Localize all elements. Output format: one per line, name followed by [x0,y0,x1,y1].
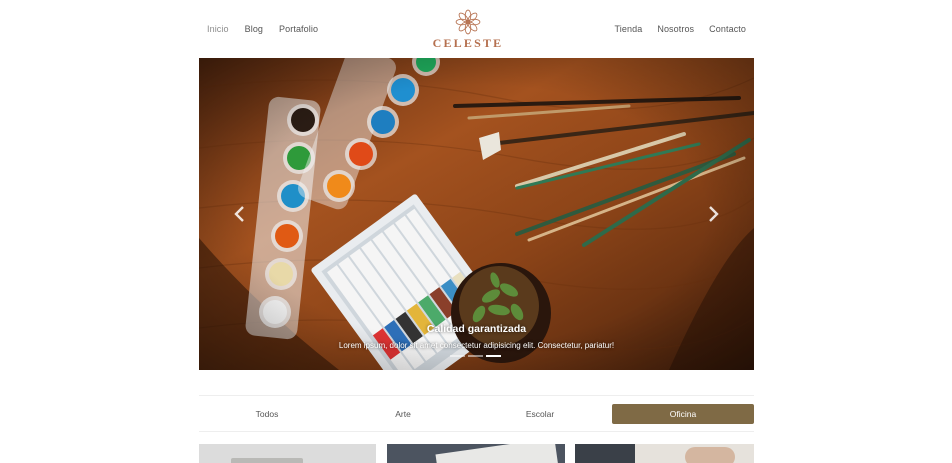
logo-text: CELESTE [432,36,504,50]
carousel-caption-title: Calidad garantizada [426,323,527,335]
filter-tab-arte[interactable]: Arte [335,404,471,424]
thumbnail-object [231,458,303,463]
hero-carousel: Calidad garantizada Lorem ipsum, dolor s… [199,58,754,370]
thumbnail-object [685,447,735,463]
filter-tab-todos[interactable]: Todos [199,404,335,424]
carousel-indicator-1[interactable] [450,355,465,357]
product-thumbnail[interactable] [575,444,754,463]
nav-link-portafolio[interactable]: Portafolio [279,24,318,34]
nav-left: Inicio Blog Portafolio [207,24,318,34]
carousel-indicator-3[interactable] [486,355,501,357]
nav-link-tienda[interactable]: Tienda [615,24,643,34]
thumbnail-object [435,444,559,463]
category-filter-bar: Todos Arte Escolar Oficina [199,395,754,432]
product-thumbnail[interactable] [387,444,565,463]
chevron-right-icon[interactable] [706,205,720,223]
site-header: Inicio Blog Portafolio CELESTE Tienda No… [0,0,952,58]
nav-link-contacto[interactable]: Contacto [709,24,746,34]
carousel-caption-text: Lorem ipsum, dolor sit amet consectetur … [338,341,615,350]
filter-tab-oficina[interactable]: Oficina [612,404,754,424]
nav-link-inicio[interactable]: Inicio [207,24,229,34]
filter-tab-escolar[interactable]: Escolar [471,404,609,424]
nav-link-nosotros[interactable]: Nosotros [657,24,694,34]
product-thumbnail[interactable] [199,444,376,463]
nav-link-blog[interactable]: Blog [245,24,263,34]
nav-right: Tienda Nosotros Contacto [615,24,746,34]
logo[interactable]: CELESTE [430,8,506,51]
chevron-left-icon[interactable] [233,205,247,223]
carousel-indicator-2[interactable] [468,355,483,357]
thumbnail-object [575,444,635,463]
carousel-indicators [450,355,501,357]
flower-mandala-icon [455,9,481,35]
